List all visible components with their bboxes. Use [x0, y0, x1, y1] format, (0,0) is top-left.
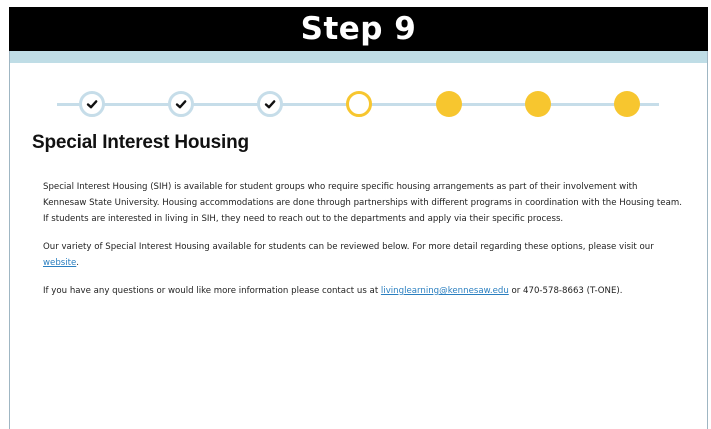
- contact-text-end: or 470-578-8663 (T-ONE).: [508, 286, 623, 296]
- contact-text: If you have any questions or would like …: [43, 286, 381, 296]
- page-frame: Step 9 Special Interest Housing Special …: [0, 0, 711, 429]
- options-paragraph: Our variety of Special Interest Housing …: [43, 239, 683, 271]
- step-banner: Step 9: [9, 7, 708, 51]
- options-text-end: .: [76, 258, 80, 268]
- contact-paragraph: If you have any questions or would like …: [43, 283, 683, 299]
- step-3-complete: [257, 91, 283, 117]
- step-1-complete: [79, 91, 105, 117]
- content-panel: Special Interest Housing Special Interes…: [9, 51, 708, 429]
- step-2-complete: [168, 91, 194, 117]
- step-4-current: [346, 91, 372, 117]
- step-5-upcoming: [436, 91, 462, 117]
- checkmark-icon: [264, 100, 276, 109]
- email-link[interactable]: livinglearning@kennesaw.edu: [381, 286, 509, 296]
- body-text: Special Interest Housing (SIH) is availa…: [43, 179, 683, 311]
- website-link[interactable]: website: [43, 258, 76, 268]
- page-heading: Special Interest Housing: [32, 132, 249, 153]
- options-text: Our variety of Special Interest Housing …: [43, 242, 654, 252]
- step-7-upcoming: [614, 91, 640, 117]
- step-6-upcoming: [525, 91, 551, 117]
- checkmark-icon: [86, 100, 98, 109]
- intro-paragraph: Special Interest Housing (SIH) is availa…: [43, 182, 682, 224]
- checkmark-icon: [175, 100, 187, 109]
